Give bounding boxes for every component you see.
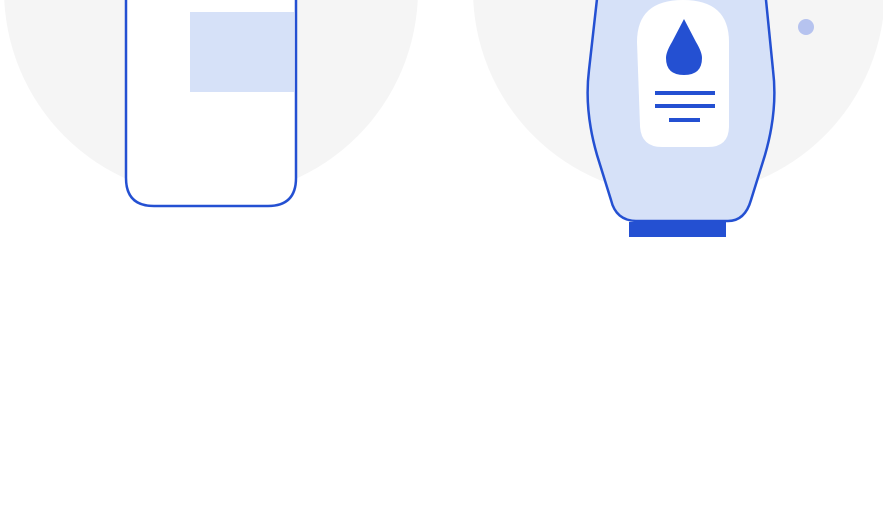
bottle-cap <box>629 222 726 237</box>
label-line-2 <box>655 104 715 108</box>
label-line-1 <box>655 91 715 95</box>
decorative-dot <box>798 19 814 35</box>
illustration-stage <box>0 0 883 517</box>
illustration-canvas <box>4 0 883 237</box>
label-line-3 <box>669 118 700 122</box>
lotion-bottle-illustration-icon <box>586 0 776 237</box>
phone-illustration-icon <box>124 0 298 208</box>
phone-screen-block <box>190 12 294 92</box>
